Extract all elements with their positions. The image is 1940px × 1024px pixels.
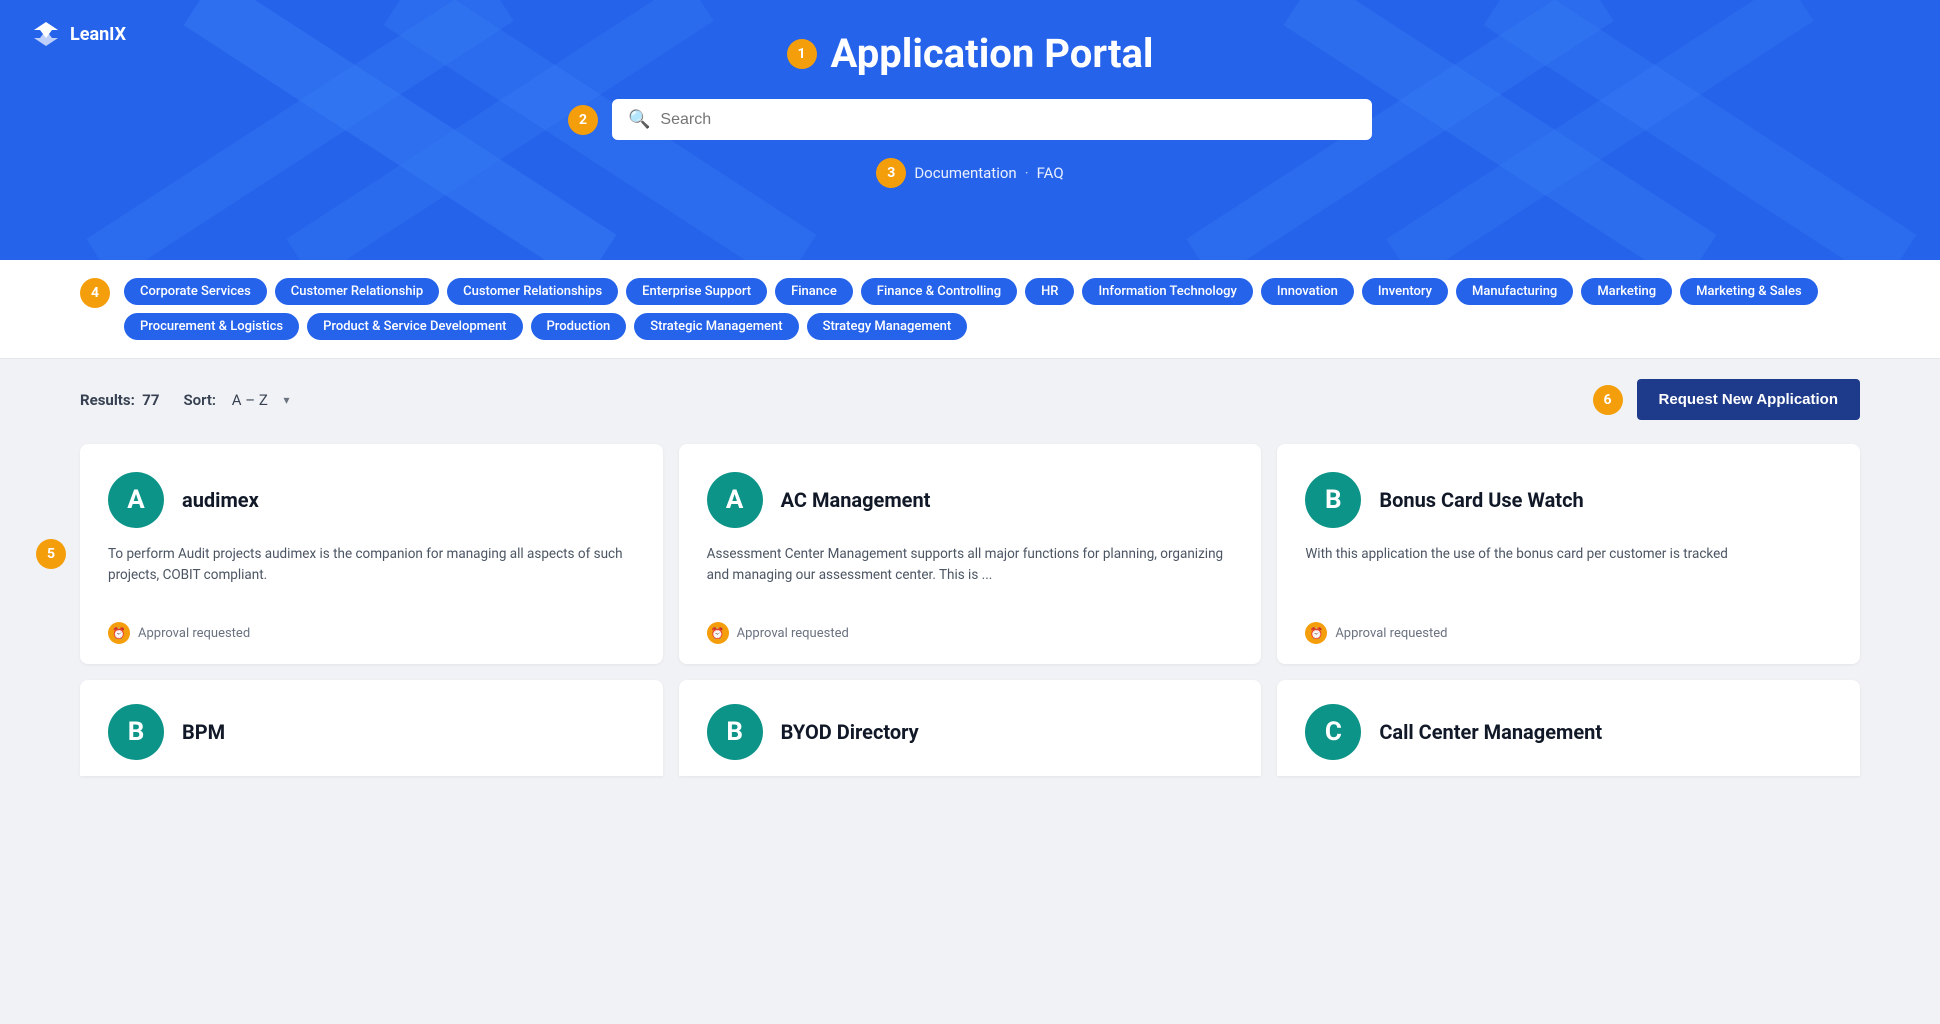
search-row: 2 🔍 [568,99,1372,140]
app-name-bpm: BPM [182,720,225,744]
request-new-application-button[interactable]: Request New Application [1637,379,1860,420]
badge-5: 5 [36,539,66,569]
app-name-byod: BYOD Directory [781,720,919,744]
approval-status: Approval requested [1335,626,1447,641]
page-title-row: 1 Application Portal [787,30,1154,77]
tag-enterprise-support[interactable]: Enterprise Support [626,278,767,305]
card-header: 5 A audimex [108,472,635,528]
tag-finance-controlling[interactable]: Finance & Controlling [861,278,1017,305]
links-row: 3 Documentation · FAQ [876,158,1063,188]
tags-section: 4 Corporate Services Customer Relationsh… [0,260,1940,359]
card-footer-audimex: ⏰ Approval requested [108,622,635,644]
app-desc-ac: Assessment Center Management supports al… [707,544,1234,604]
tag-manufacturing[interactable]: Manufacturing [1456,278,1573,305]
app-avatar-bpm: B [108,704,164,760]
app-avatar-callcenter: C [1305,704,1361,760]
app-desc-bonus: With this application the use of the bon… [1305,544,1832,604]
results-left: Results: 77 Sort: A – Z ▾ [80,391,290,409]
badge-3: 3 [876,158,906,188]
app-name-audimex: audimex [182,488,259,512]
tag-customer-relationship[interactable]: Customer Relationship [275,278,439,305]
tag-production[interactable]: Production [531,313,627,340]
approval-status: Approval requested [138,626,250,641]
search-box[interactable]: 🔍 [612,99,1372,140]
tag-strategy-management[interactable]: Strategy Management [807,313,968,340]
search-icon: 🔍 [628,109,650,130]
app-name-callcenter: Call Center Management [1379,720,1602,744]
page-title: Application Portal [831,30,1154,77]
card-footer-ac: ⏰ Approval requested [707,622,1234,644]
results-right: 6 Request New Application [1593,379,1860,420]
request-btn-label: Request New Application [1659,391,1838,408]
search-input[interactable] [660,111,1356,129]
results-number: 77 [142,391,159,409]
sort-label: Sort: [183,391,216,409]
header-content: 1 Application Portal 2 🔍 3 Documentation… [0,0,1940,218]
tag-information-technology[interactable]: Information Technology [1082,278,1252,305]
results-section: Results: 77 Sort: A – Z ▾ 6 Request New … [0,359,1940,796]
tag-inventory[interactable]: Inventory [1362,278,1448,305]
tag-marketing[interactable]: Marketing [1581,278,1672,305]
app-card-bonus[interactable]: B Bonus Card Use Watch With this applica… [1277,444,1860,664]
tag-marketing-sales[interactable]: Marketing & Sales [1680,278,1817,305]
chevron-down-icon: ▾ [284,393,290,407]
approval-icon: ⏰ [108,622,130,644]
card-header: A AC Management [707,472,1234,528]
badge-6: 6 [1593,385,1623,415]
documentation-link[interactable]: Documentation [914,164,1016,182]
tag-strategic-management[interactable]: Strategic Management [634,313,798,340]
tags-container: Corporate Services Customer Relationship… [124,278,1860,340]
app-name-bonus: Bonus Card Use Watch [1379,488,1583,512]
app-desc-audimex: To perform Audit projects audimex is the… [108,544,635,604]
dot-separator: · [1025,164,1029,182]
badge-2: 2 [568,105,598,135]
tag-innovation[interactable]: Innovation [1261,278,1354,305]
partial-card-bpm[interactable]: B BPM [80,680,663,776]
card-footer-bonus: ⏰ Approval requested [1305,622,1832,644]
card-header: B Bonus Card Use Watch [1305,472,1832,528]
app-card-ac-management[interactable]: A AC Management Assessment Center Manage… [679,444,1262,664]
approval-icon: ⏰ [1305,622,1327,644]
partial-card-byod[interactable]: B BYOD Directory [679,680,1262,776]
app-avatar-byod: B [707,704,763,760]
header: LeanIX 1 Application Portal 2 🔍 3 Docume… [0,0,1940,260]
badge-4: 4 [80,278,110,308]
app-card-audimex[interactable]: 5 A audimex To perform Audit projects au… [80,444,663,664]
faq-link[interactable]: FAQ [1037,164,1064,182]
tag-corporate-services[interactable]: Corporate Services [124,278,267,305]
results-header: Results: 77 Sort: A – Z ▾ 6 Request New … [80,379,1860,420]
sort-dropdown[interactable]: Sort: A – Z ▾ [183,391,289,409]
tag-hr[interactable]: HR [1025,278,1074,305]
badge-1: 1 [787,39,817,69]
approval-status: Approval requested [737,626,849,641]
results-count: Results: 77 [80,391,159,409]
partial-card-callcenter[interactable]: C Call Center Management [1277,680,1860,776]
tag-procurement-logistics[interactable]: Procurement & Logistics [124,313,299,340]
approval-icon: ⏰ [707,622,729,644]
tag-product-service-development[interactable]: Product & Service Development [307,313,522,340]
tag-customer-relationships[interactable]: Customer Relationships [447,278,618,305]
cards-grid: 5 A audimex To perform Audit projects au… [80,444,1860,664]
app-avatar-audimex: A [108,472,164,528]
tag-finance[interactable]: Finance [775,278,853,305]
results-label: Results: [80,391,135,409]
app-avatar-ac: A [707,472,763,528]
app-avatar-bonus: B [1305,472,1361,528]
sort-value: A – Z [232,391,268,409]
app-name-ac: AC Management [781,488,931,512]
partial-cards-row: B BPM B BYOD Directory C Call Center Man… [80,680,1860,776]
